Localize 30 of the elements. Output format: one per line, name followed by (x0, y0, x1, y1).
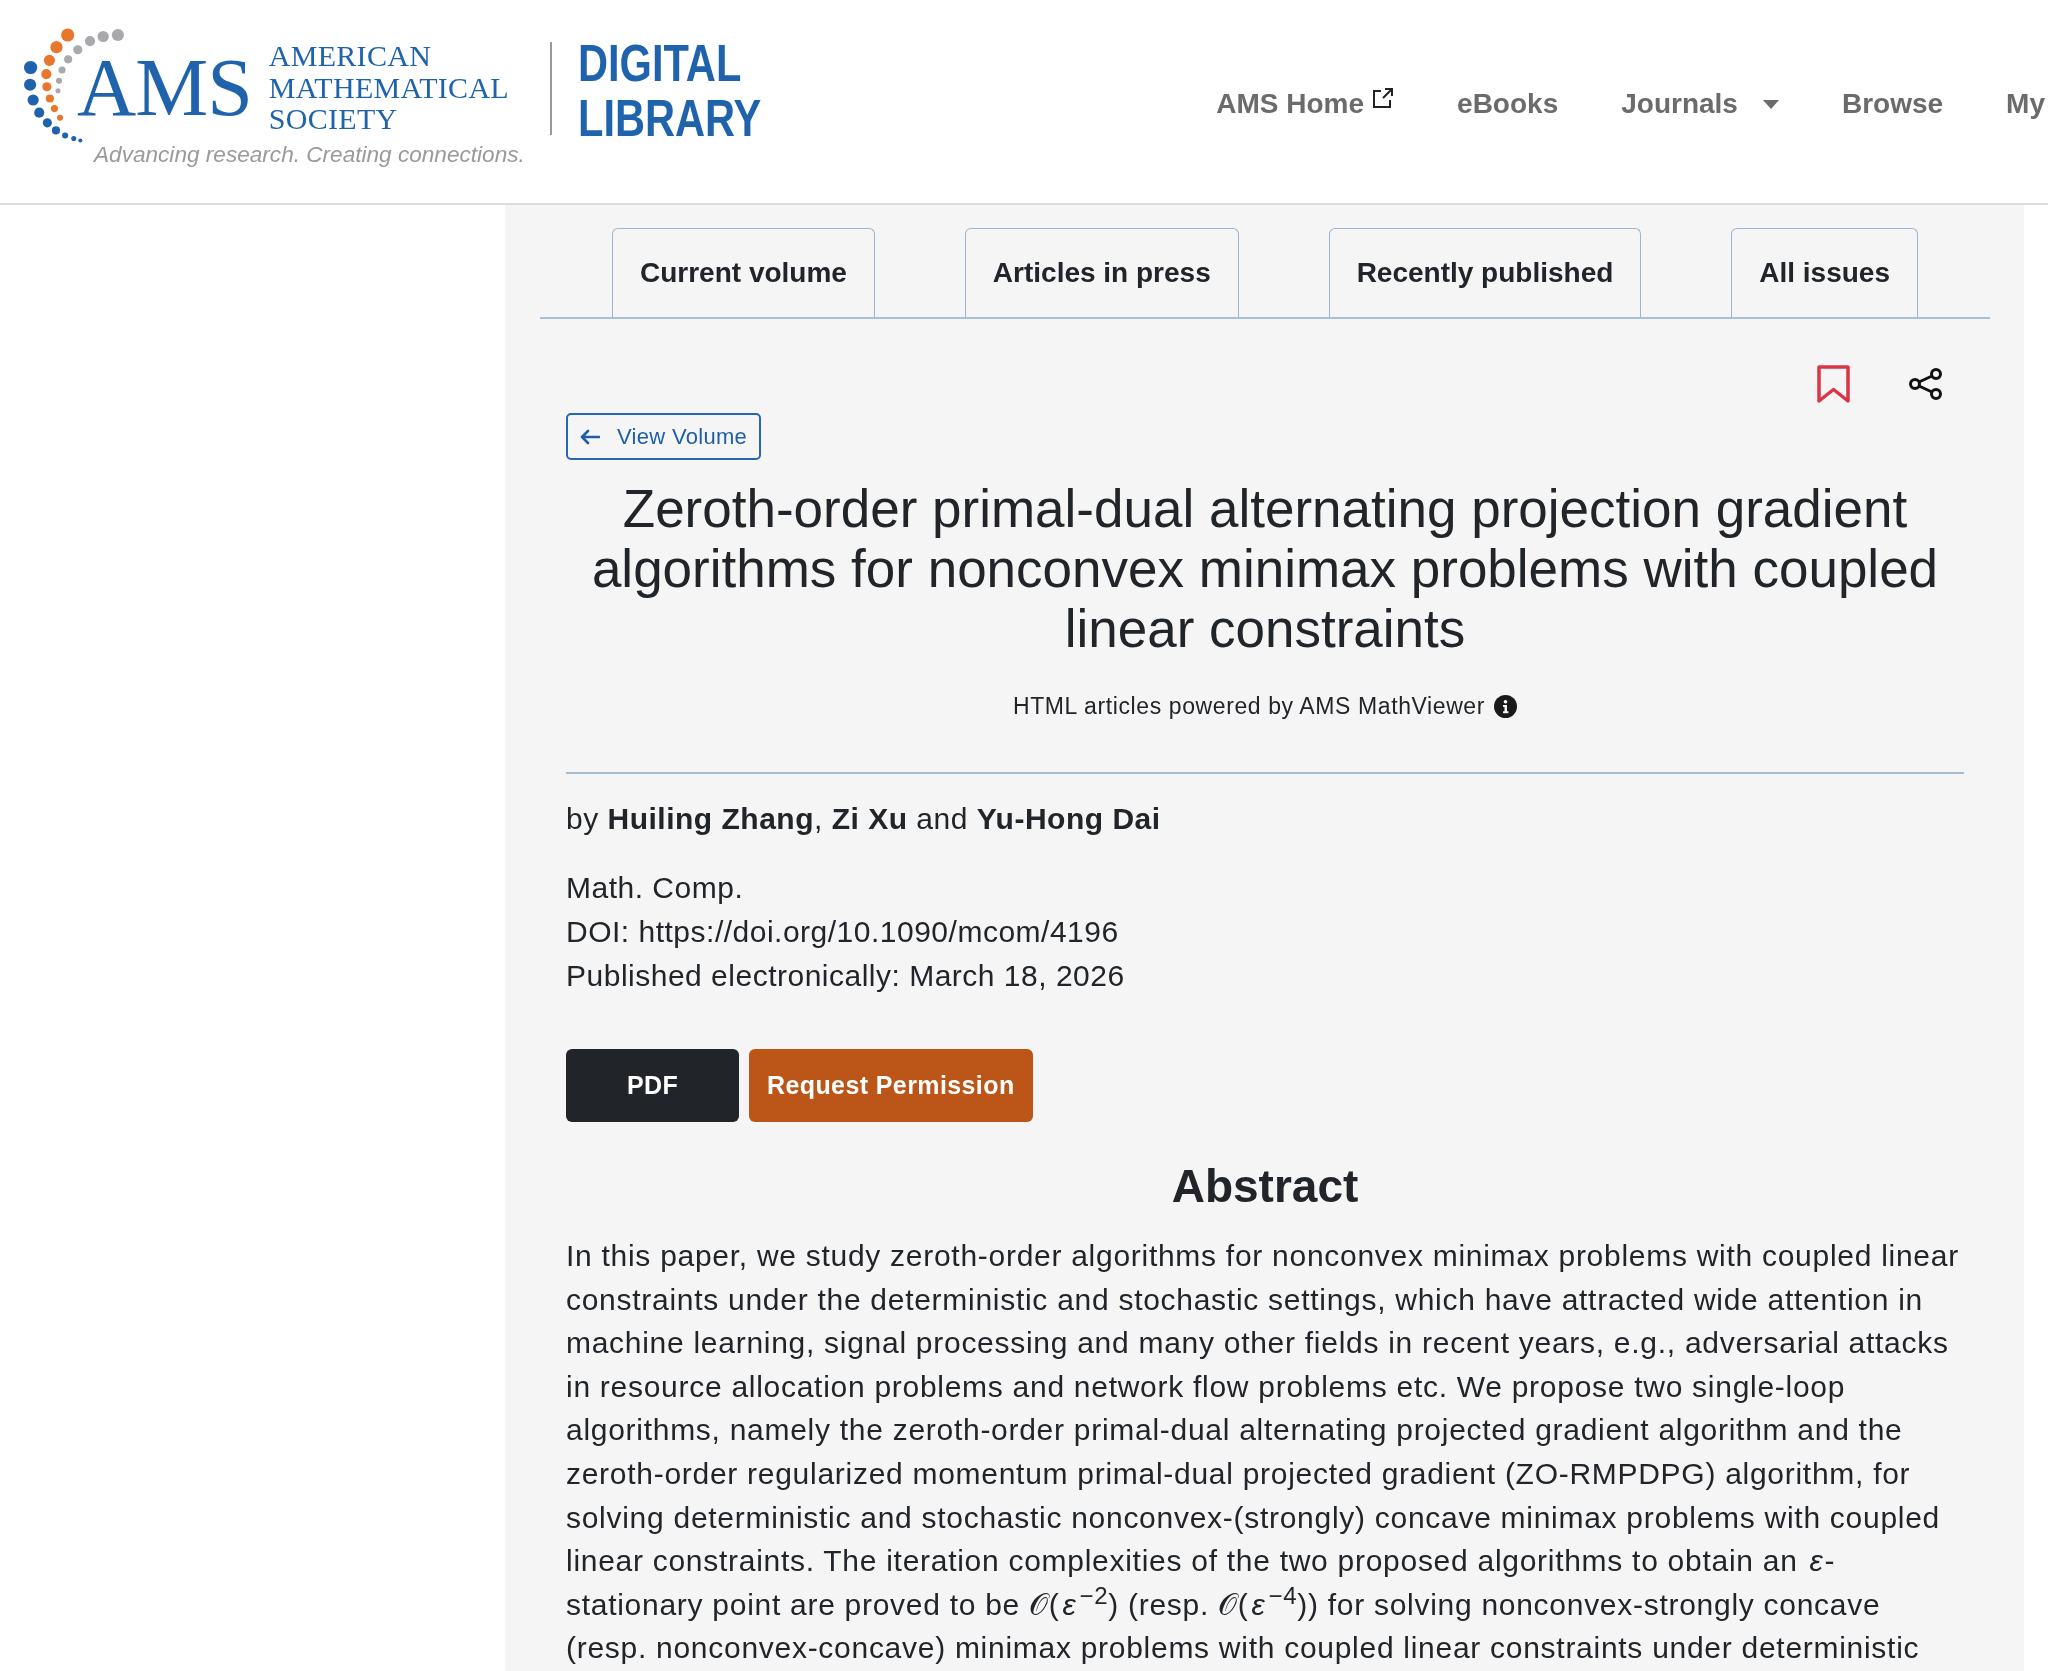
share-icon[interactable] (1908, 368, 1944, 400)
logo-wordmark: AMS (77, 47, 252, 129)
permission-button[interactable]: Request Permission (749, 1049, 1033, 1122)
tab[interactable]: Recently published (1328, 228, 1642, 317)
tab[interactable]: All issues (1731, 228, 1918, 317)
nav-link[interactable]: Journals (1621, 86, 1779, 122)
nav-link[interactable]: Browse (1841, 86, 1944, 122)
external-link-icon (1372, 87, 1395, 109)
info-icon[interactable] (1494, 694, 1518, 718)
arrow-left-icon (580, 428, 600, 445)
journal-name: Math. Comp. (566, 870, 744, 906)
view-volume-button[interactable]: View Volume (566, 413, 762, 460)
author-byline: by Huiling Zhang, Zi Xu and Yu-Hong Dai (566, 801, 1162, 837)
nav-link[interactable]: eBooks (1457, 86, 1559, 122)
doi-text: DOI: https://doi.org/10.1090/mcom/4196 (566, 914, 1119, 950)
abstract-heading: Abstract (1170, 1160, 1360, 1212)
tab[interactable]: Articles in press (964, 228, 1239, 317)
caret-icon (1762, 99, 1779, 109)
bookmark-icon[interactable] (1817, 365, 1850, 403)
nav-link[interactable]: My (2006, 86, 2045, 122)
abstract-text: In this paper, we study zeroth-order algorithms for nonconvex minimax problems with coupled linear constraints under the deterministic and stochastic settings, which have attracted wide attention in machine learning, signal processing and many other fields in recent years, e.g., adversarial attacks in resource allocation problems and network flow problems etc. We propose two single-loop algorithms, namely the zeroth-order primal-dual alternating projected gradient algorithm and the zeroth-order regularized momentum primal-dual projected gradient (ZO-RMPDPG) algorithm, for solving deterministic and stochastic nonconvex-(strongly) concave minimax problems with coupled linear constraints. The iteration complexities of the two proposed algorithms to obtain an ε-stationary point are proved to be 𝒪(ε$^{−2}$) (resp. 𝒪(ε$^{−4}$)) for solving nonconvex-strongly concave (resp. nonconvex-concave) minimax problems with coupled linear constraints under deterministic (566, 1238, 1960, 1667)
published-date: Published electronically: March 18, 2026 (566, 958, 1125, 994)
tagline: Advancing research. Creating connections. (94, 143, 526, 167)
society-name: AMERICAN MATHEMATICAL SOCIETY (268, 40, 508, 135)
pdf-button[interactable]: PDF (566, 1049, 739, 1122)
library-name: DIGITAL LIBRARY (578, 36, 762, 146)
nav-link[interactable]: AMS Home (1216, 86, 1395, 122)
tab[interactable]: Current volume (612, 228, 875, 317)
mathviewer-note: HTML articles powered by AMS MathViewer (1012, 692, 1486, 721)
article-title: Zeroth-order primal-dual alternating projection gradient algorithms for nonconvex minimax problems with coupled linear constraints (590, 479, 1940, 659)
